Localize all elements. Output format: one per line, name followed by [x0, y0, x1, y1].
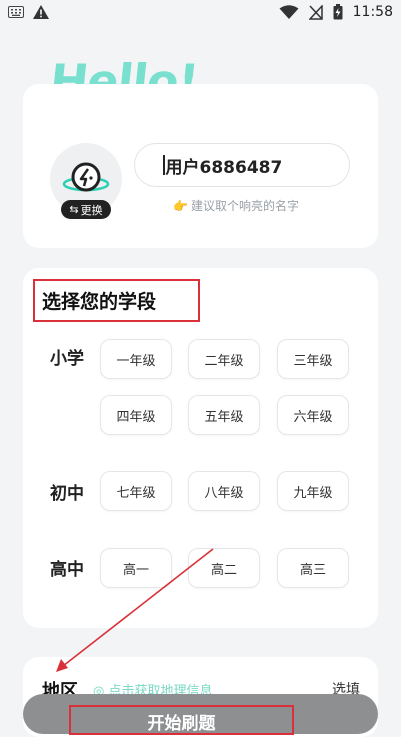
name-hint-text: 建议取个响亮的名字 [190, 199, 299, 213]
username-value: 用户6886487 [165, 157, 283, 178]
grade-title: 选择您的学段 [42, 291, 157, 313]
warning-icon [33, 5, 49, 19]
status-bar-left [8, 4, 50, 20]
change-avatar-button[interactable]: ⇆ 更换 [61, 200, 111, 219]
grade-card: 选择您的学段 小学 一年级 二年级 三年级 四年级 五年级 六年级 初中 七年级… [23, 268, 378, 628]
level-label-high: 高中 [50, 560, 84, 580]
keyboard-icon [8, 6, 24, 18]
no-signal-icon [308, 4, 323, 20]
start-button-highlight[interactable]: 开始刷题 [69, 705, 294, 735]
profile-card: ⇆ 更换 用户6886487 👉 建议取个响亮的名字 [23, 84, 378, 248]
name-hint: 👉 建议取个响亮的名字 [173, 197, 299, 214]
grade-button[interactable]: 二年级 [188, 339, 260, 379]
grade-title-highlight: 选择您的学段 [33, 279, 200, 322]
grade-button[interactable]: 高一 [100, 548, 172, 588]
username-input[interactable]: 用户6886487 [134, 143, 350, 187]
status-bar-right: 11:58 [279, 4, 393, 20]
grade-button[interactable]: 五年级 [188, 395, 260, 435]
pointing-hand-icon: 👉 [173, 198, 188, 213]
swap-icon: ⇆ [69, 203, 79, 216]
grade-button[interactable]: 八年级 [188, 471, 260, 511]
level-label-primary: 小学 [50, 349, 84, 369]
grade-button[interactable]: 高二 [188, 548, 260, 588]
wifi-icon [279, 4, 299, 19]
level-label-middle: 初中 [50, 484, 84, 504]
status-time: 11:58 [352, 4, 393, 20]
status-bar: 11:58 [0, 0, 401, 24]
change-avatar-label: 更换 [80, 203, 103, 217]
text-caret [163, 155, 165, 175]
battery-icon [333, 4, 343, 20]
grade-button[interactable]: 四年级 [100, 395, 172, 435]
grade-button[interactable]: 一年级 [100, 339, 172, 379]
grade-button[interactable]: 九年级 [277, 471, 349, 511]
grade-button[interactable]: 六年级 [277, 395, 349, 435]
grade-button[interactable]: 七年级 [100, 471, 172, 511]
grade-button[interactable]: 三年级 [277, 339, 349, 379]
avatar-planet-icon [62, 162, 110, 192]
start-label: 开始刷题 [147, 714, 216, 734]
grade-button[interactable]: 高三 [277, 548, 349, 588]
